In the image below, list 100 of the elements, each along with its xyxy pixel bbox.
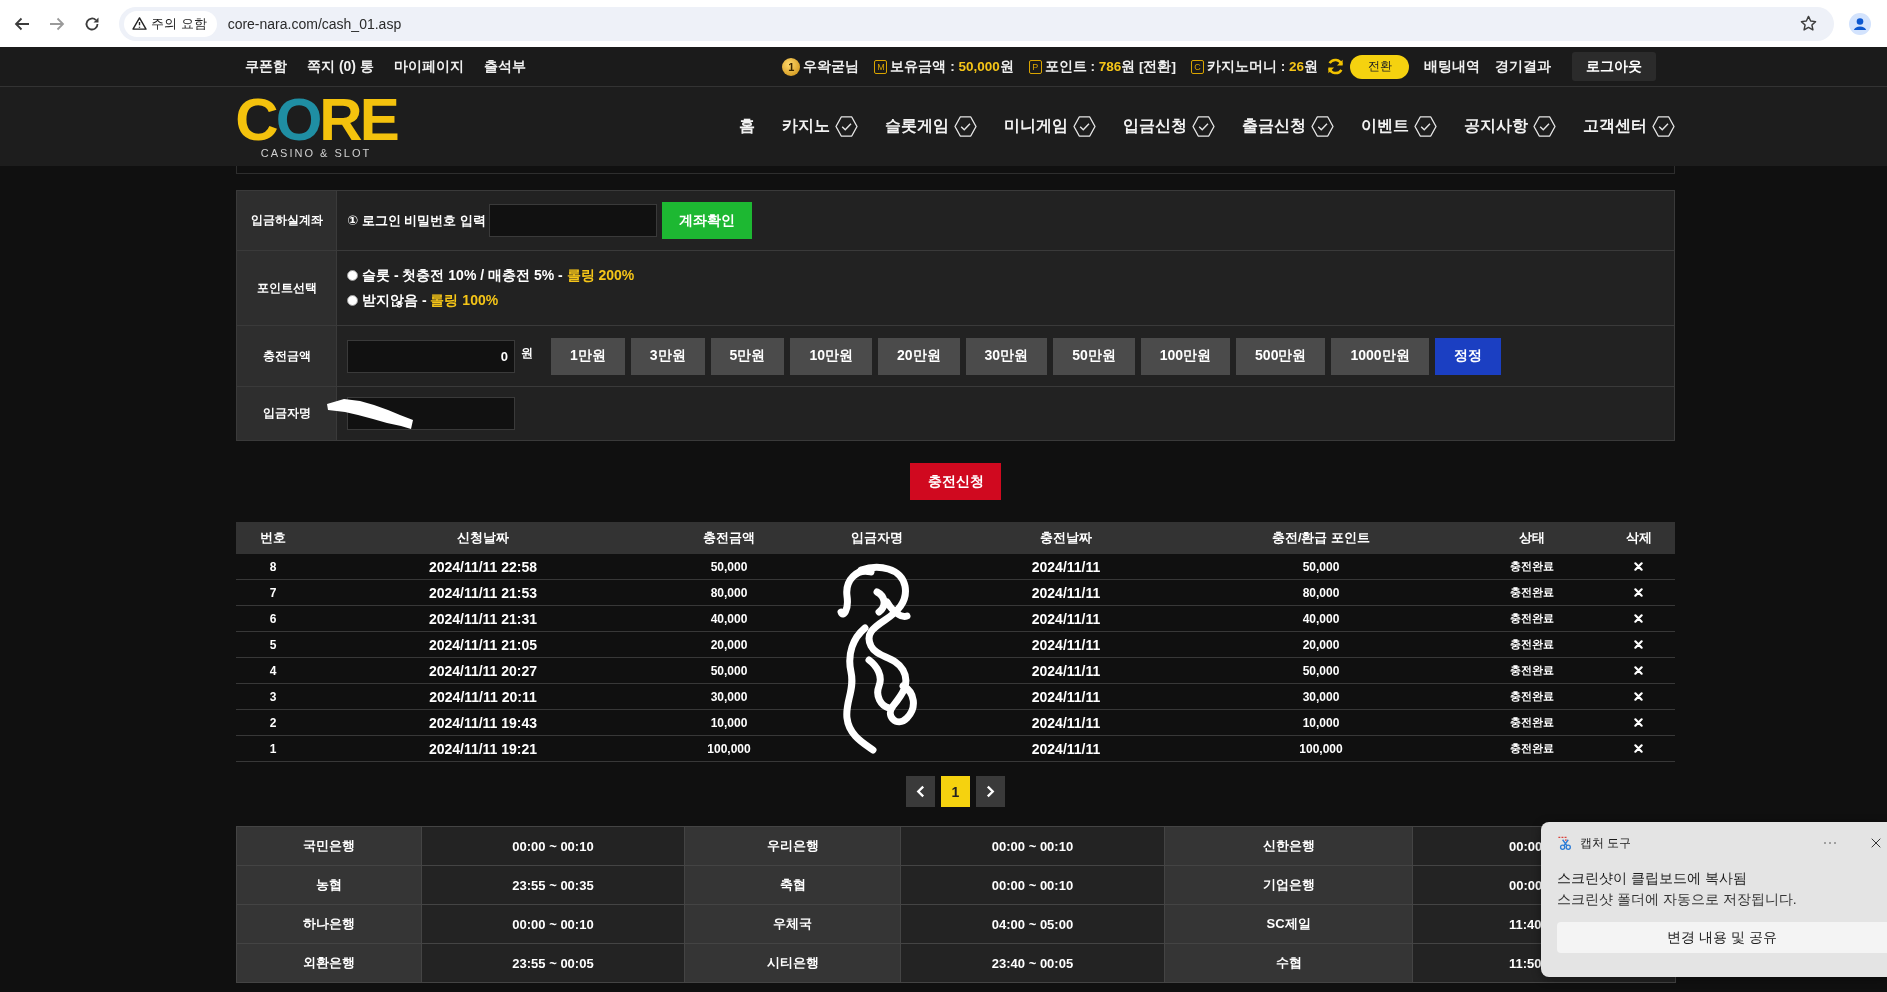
amount-button[interactable]: 10만원 [790,337,872,375]
request-time: 2024/11/11 21:05 [428,636,538,653]
nav-link[interactable]: 고객센터 [1583,116,1675,137]
charge-date: 2024/11/11 [1031,714,1101,731]
nav-link[interactable]: 홈 [739,116,755,137]
reset-button[interactable]: 정정 [1434,337,1501,375]
currency-badge: M [874,59,888,74]
bonus-points: 100,000 [1299,741,1343,756]
profile-icon[interactable] [1849,12,1871,35]
bank-name-cell: 시티은행 [685,944,901,983]
submit-deposit-button[interactable]: 충전신청 [910,463,1001,500]
hours-cell: 04:00 ~ 05:00 [901,905,1165,944]
delete-icon[interactable] [1634,744,1643,753]
logo-wordmark[interactable]: CORE [235,94,397,146]
nav-link[interactable]: 입금신청 [1123,116,1215,137]
radio-button[interactable] [347,270,358,281]
address-bar[interactable]: 주의 요함 core-nara.com/cash_01.asp [119,6,1834,41]
hexagon-check-icon [1073,116,1096,137]
amount-button[interactable]: 1000만원 [1331,337,1429,375]
top-link[interactable]: 쿠폰함 [245,57,287,76]
nav-link[interactable]: 공지사항 [1464,116,1556,137]
top-link[interactable]: 마이페이지 [393,57,464,76]
entry-number: 7 [269,585,277,600]
amount-button[interactable]: 30만원 [965,337,1048,375]
delete-icon[interactable] [1634,718,1643,727]
delete-icon[interactable] [1634,692,1643,701]
back-arrow-icon[interactable] [14,15,30,32]
hours-cell: 00:00 ~ 00:10 [422,827,685,866]
top-link[interactable]: 배팅내역 [1424,57,1480,76]
nav-link[interactable]: 이벤트 [1361,116,1437,137]
hours-cell: 00:00 ~ 00:10 [901,866,1165,905]
security-warning-button[interactable]: 주의 요함 [124,10,217,37]
delete-icon[interactable] [1634,666,1643,675]
charge-date: 2024/11/11 [1031,740,1101,757]
chevron-right-icon [986,785,995,798]
delete-icon[interactable] [1634,588,1643,597]
bonus-points: 30,000 [1302,689,1340,704]
hexagon-check-icon [954,116,977,137]
column-header: 충전금액 [703,530,755,545]
request-time: 2024/11/11 19:43 [428,714,538,731]
nav-link[interactable]: 슬롯게임 [885,116,977,137]
scissors-icon [1557,835,1572,851]
entry-number: 1 [269,741,277,756]
deposit-amount: 20,000 [710,637,748,652]
column-header: 번호 [260,530,286,545]
column-header: 신청날짜 [457,530,509,545]
radio-button[interactable] [347,295,358,306]
balance-text: 보유금액 : 50,000원 [890,57,1014,76]
page-button[interactable]: 1 [941,776,970,807]
nav-link[interactable]: 미니게임 [1004,116,1096,137]
bonus-points: 40,000 [1302,611,1340,626]
amount-button[interactable]: 5만원 [710,337,785,375]
refresh-icon[interactable] [1326,57,1345,76]
delete-icon[interactable] [1634,640,1643,649]
hours-cell: 23:55 ~ 00:35 [422,866,685,905]
close-icon[interactable] [1871,838,1881,848]
forward-arrow-icon[interactable] [49,15,65,32]
logout-button[interactable]: 로그아웃 [1572,52,1656,81]
bank-name-cell: 국민은행 [237,827,422,866]
deposit-amount: 50,000 [710,663,748,678]
hexagon-check-icon [835,116,858,137]
convert-button[interactable]: 전환 [1350,54,1409,79]
currency-badge: C [1190,59,1204,74]
next-page-button[interactable] [976,776,1005,807]
balance-text: 카지노머니 : 26원 [1206,57,1318,76]
status-text: 충전완료 [1510,585,1554,600]
nav-link[interactable]: 출금신청 [1242,116,1334,137]
bonus-points: 10,000 [1302,715,1340,730]
edit-and-share-button[interactable]: 변경 내용 및 공유 [1557,922,1887,953]
charge-date: 2024/11/11 [1031,610,1101,627]
logo-tagline: CASINO & SLOT [260,147,372,159]
amount-button[interactable]: 100만원 [1140,337,1231,375]
amount-button[interactable]: 20만원 [877,337,960,375]
deposit-amount: 80,000 [710,585,748,600]
status-text: 충전완료 [1510,559,1554,574]
status-text: 충전완료 [1510,715,1554,730]
charge-date: 2024/11/11 [1031,584,1101,601]
option-text: 받지않음 - 롤링 100% [362,291,499,310]
amount-button[interactable]: 3만원 [630,337,705,375]
amount-button[interactable]: 50만원 [1053,337,1135,375]
amount-button[interactable]: 1만원 [551,337,625,375]
delete-icon[interactable] [1634,614,1643,623]
bank-name-cell: 신한은행 [1165,827,1413,866]
bookmark-star-icon[interactable] [1800,15,1817,32]
top-link[interactable]: 쪽지 (0) 통 [307,57,374,76]
reload-icon[interactable] [84,15,100,32]
amount-field[interactable]: 0 [347,339,515,373]
field-label: 충전금액 [237,326,337,386]
previous-page-button[interactable] [906,776,935,807]
top-link[interactable]: 경기결과 [1495,57,1551,76]
warning-icon [132,17,147,30]
delete-icon[interactable] [1634,562,1643,571]
column-header: 삭제 [1625,530,1652,545]
top-link[interactable]: 출석부 [483,57,526,76]
password-field[interactable] [488,204,657,237]
nav-link[interactable]: 카지노 [782,116,858,137]
amount-button[interactable]: 500만원 [1236,337,1326,375]
bank-name-cell: 농협 [237,866,422,905]
charge-date: 2024/11/11 [1031,636,1101,653]
request-time: 2024/11/11 22:58 [428,558,538,575]
